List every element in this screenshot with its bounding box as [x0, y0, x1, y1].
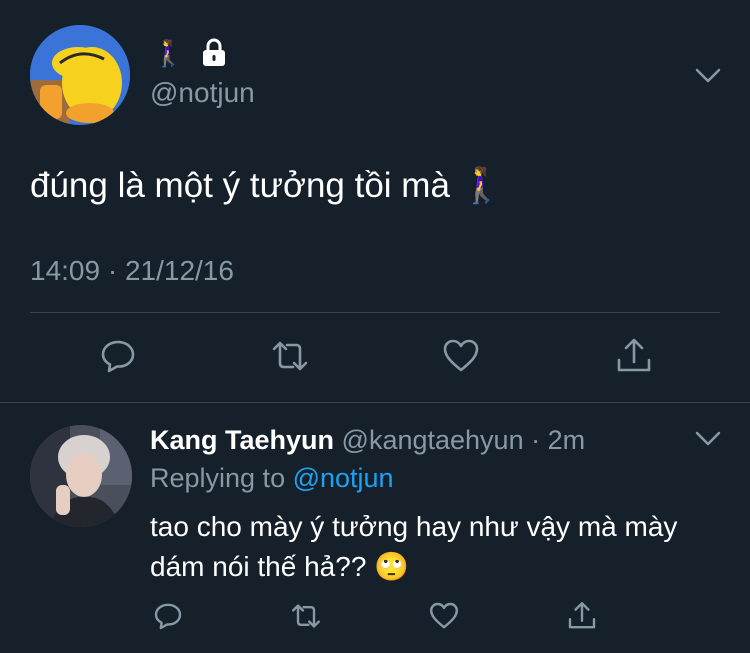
share-icon[interactable] [614, 336, 654, 376]
avatar[interactable] [30, 25, 130, 125]
reply-chevron-down-icon[interactable] [695, 430, 721, 448]
like-icon[interactable] [441, 336, 481, 376]
reply-avatar[interactable] [30, 425, 132, 527]
reply-reply-icon[interactable] [152, 600, 184, 632]
reply-like-icon[interactable] [428, 600, 460, 632]
reply-time[interactable]: 2m [548, 425, 586, 455]
tweet-text: đúng là một ý tưởng tồi mà 🚶‍♀️ [30, 166, 504, 205]
reply-handle[interactable]: @kangtaehyun [342, 425, 524, 455]
reply-retweet-icon[interactable] [290, 600, 322, 632]
section-divider [0, 402, 750, 403]
reply-text: tao cho mày ý tưởng hay như vậy mà mày d… [150, 511, 678, 582]
separator: · [523, 425, 548, 455]
reply-icon[interactable] [98, 336, 138, 376]
handle[interactable]: @notjun [150, 76, 255, 110]
replying-to-link[interactable]: @notjun [293, 463, 394, 493]
display-name-emoji: 🚶‍♀️ [152, 38, 185, 68]
lock-icon [200, 38, 228, 68]
reply-display-name[interactable]: Kang Taehyun [150, 425, 334, 455]
reply-header: Kang Taehyun @kangtaehyun · 2m [150, 423, 585, 457]
timestamp[interactable]: 14:09 · 21/12/16 [30, 253, 234, 289]
reply-share-icon[interactable] [566, 600, 598, 632]
display-name: 🚶‍♀️ [152, 38, 228, 68]
replying-prefix: Replying to [150, 463, 293, 493]
divider [30, 312, 720, 313]
retweet-icon[interactable] [270, 336, 310, 376]
replying-to: Replying to @notjun [150, 461, 394, 495]
chevron-down-icon[interactable] [695, 67, 721, 85]
